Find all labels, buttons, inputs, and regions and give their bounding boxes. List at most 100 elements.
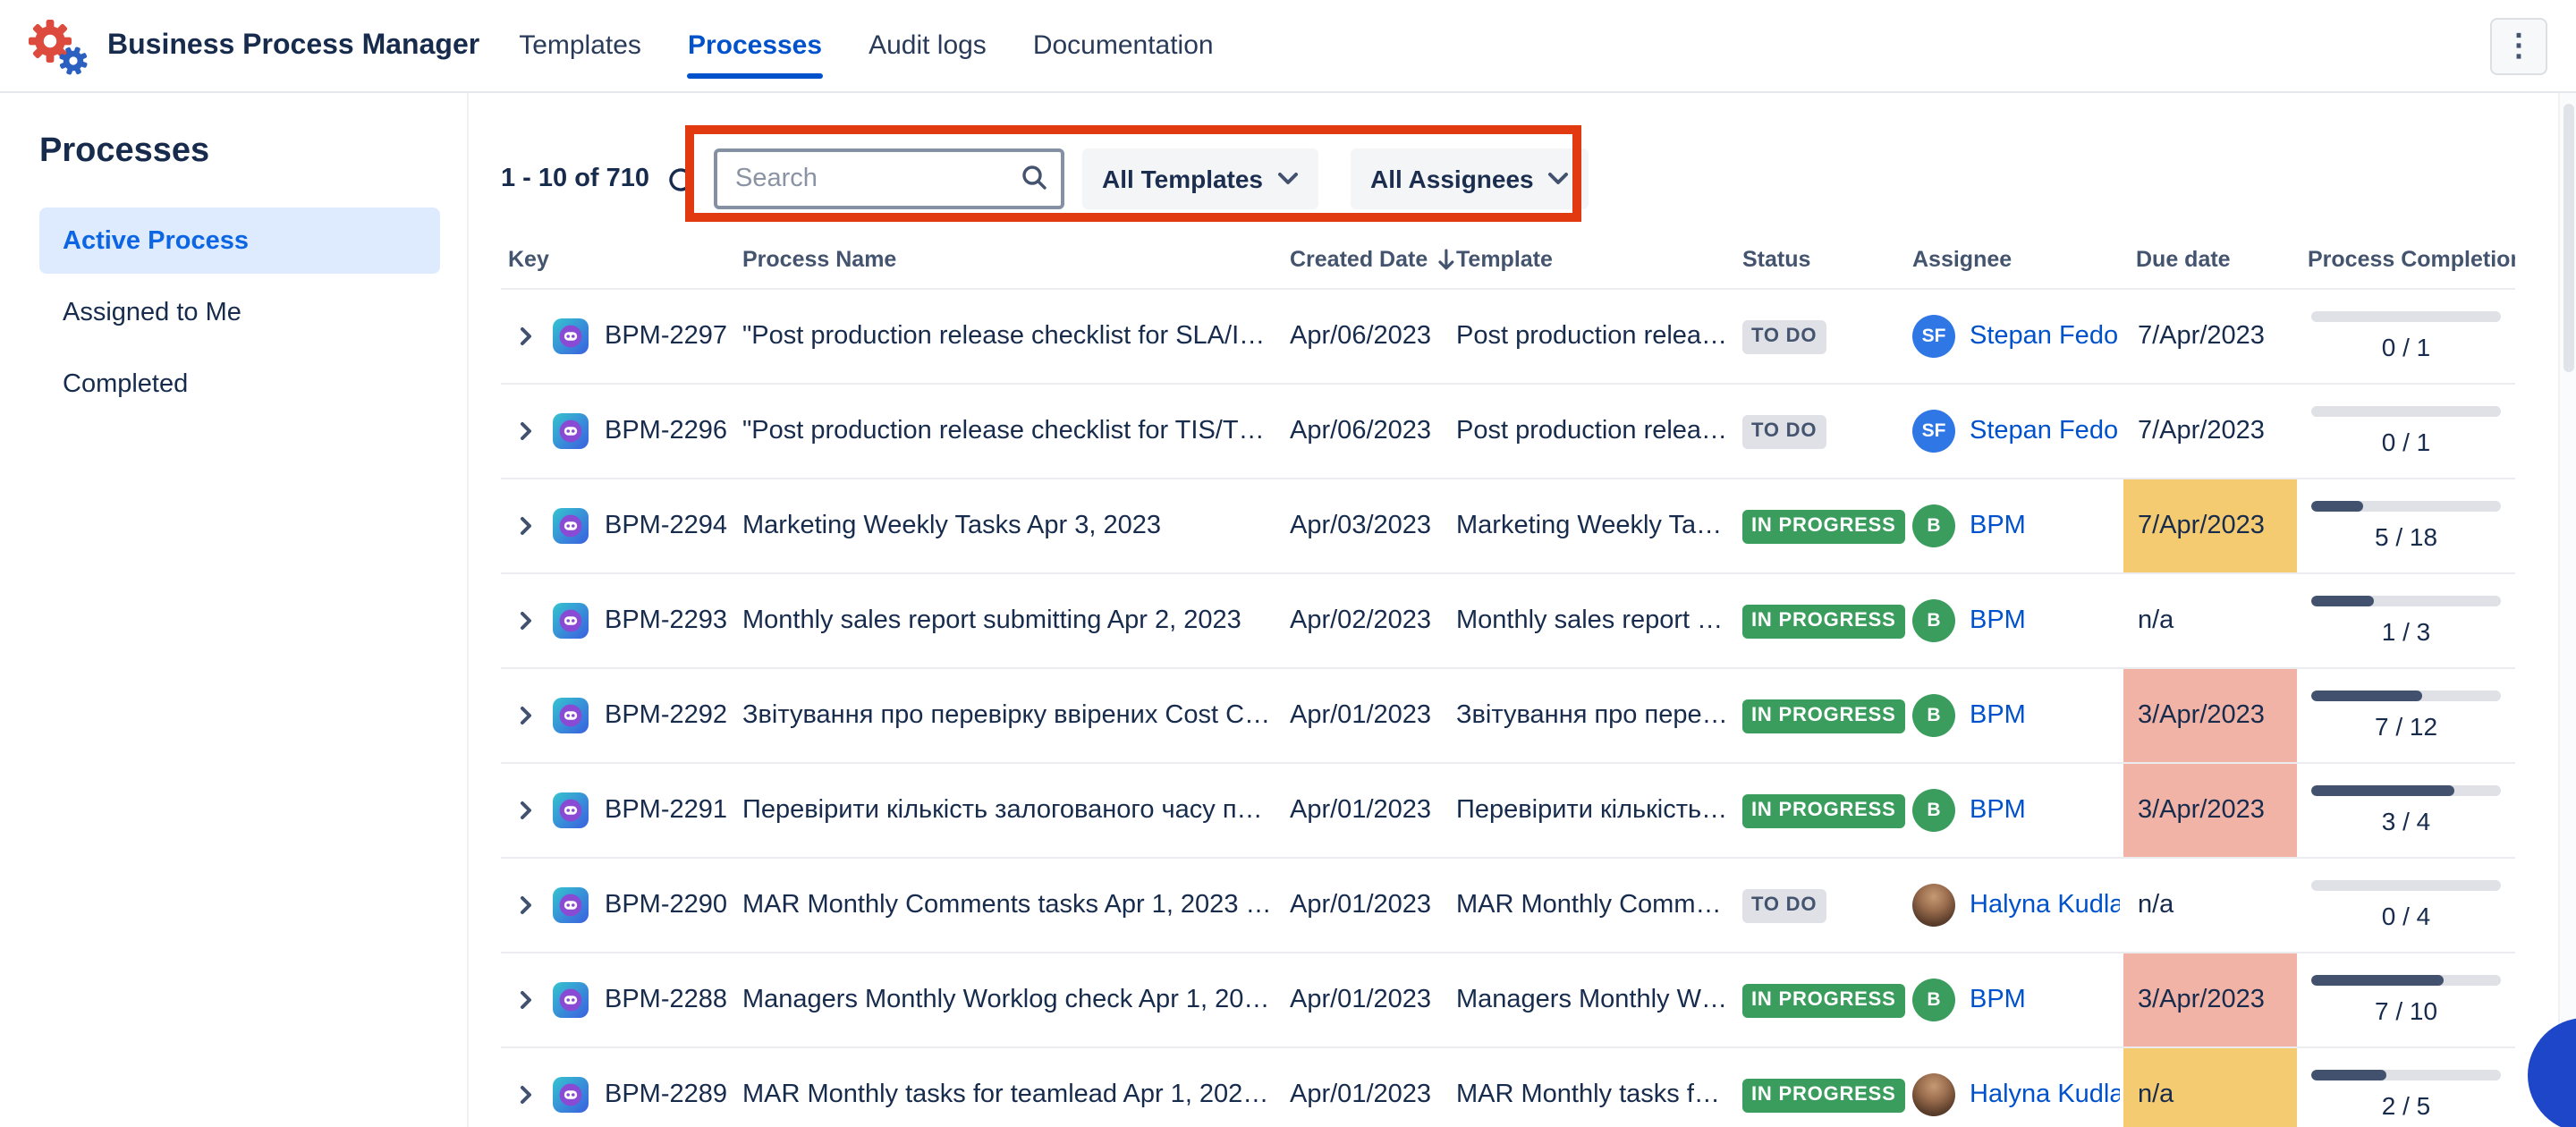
assignee-link[interactable]: Halyna Kudlai xyxy=(1970,891,2120,919)
expand-row-button[interactable] xyxy=(501,513,551,538)
chevron-right-icon xyxy=(513,987,538,1013)
due-date-cell: n/a xyxy=(2123,574,2297,667)
expand-row-button[interactable] xyxy=(501,324,551,349)
progress-bar-fill xyxy=(2311,1070,2387,1080)
progress-bar-fill xyxy=(2311,596,2375,606)
status-cell: IN PROGRESS xyxy=(1742,793,1912,827)
column-header-status[interactable]: Status xyxy=(1742,247,1912,272)
status-badge: TO DO xyxy=(1742,416,1826,448)
more-menu-button[interactable]: ⋮ xyxy=(2490,18,2547,75)
app-window: Business Process Manager Templates Proce… xyxy=(0,0,2576,1127)
status-cell: TO DO xyxy=(1742,319,1912,353)
process-icon xyxy=(551,696,605,735)
assignee-link[interactable]: BPM xyxy=(1970,512,2026,540)
process-icon xyxy=(551,980,605,1020)
sidebar-item-active-process[interactable]: Active Process xyxy=(39,208,440,274)
column-header-process-name[interactable]: Process Name xyxy=(742,247,1290,272)
assignee-link[interactable]: BPM xyxy=(1970,986,2026,1014)
sidebar-item-completed[interactable]: Completed xyxy=(39,351,440,417)
column-header-process-completion[interactable]: Process Completion xyxy=(2297,247,2515,272)
assignee-link[interactable]: Stepan Fedori xyxy=(1970,417,2120,445)
created-date-value: Apr/03/2023 xyxy=(1290,512,1456,540)
due-date-cell: 3/Apr/2023 xyxy=(2123,953,2297,1046)
progress-bar xyxy=(2311,501,2501,512)
due-date-cell: 3/Apr/2023 xyxy=(2123,764,2297,857)
due-date-value: n/a xyxy=(2138,891,2174,919)
assignee-cell: SF Stepan Fedori xyxy=(1912,410,2123,453)
nav-tab-processes[interactable]: Processes xyxy=(688,0,822,91)
progress-bar xyxy=(2311,975,2501,986)
primary-nav: Templates Processes Audit logs Documenta… xyxy=(519,0,1213,91)
completion-cell: 3 / 4 xyxy=(2297,764,2515,857)
due-date-cell: n/a xyxy=(2123,859,2297,952)
column-header-created-date[interactable]: Created Date xyxy=(1290,247,1456,272)
due-date-cell: 7/Apr/2023 xyxy=(2123,479,2297,572)
refresh-icon xyxy=(665,164,695,194)
progress-text: 0 / 1 xyxy=(2382,428,2431,456)
assignee-avatar: B xyxy=(1912,504,1955,547)
assignee-link[interactable]: BPM xyxy=(1970,606,2026,635)
templates-filter-dropdown[interactable]: All Templates xyxy=(1082,148,1318,209)
status-cell: IN PROGRESS xyxy=(1742,1078,1912,1112)
app-title: Business Process Manager xyxy=(107,30,479,62)
status-cell: IN PROGRESS xyxy=(1742,699,1912,733)
chevron-right-icon xyxy=(513,608,538,633)
column-header-key[interactable]: Key xyxy=(501,247,742,272)
expand-row-button[interactable] xyxy=(501,419,551,444)
assignees-filter-dropdown[interactable]: All Assignees xyxy=(1351,148,1589,209)
created-date-label: Created Date xyxy=(1290,247,1428,272)
process-key: BPM-2294 xyxy=(605,512,742,540)
expand-row-button[interactable] xyxy=(501,1082,551,1107)
process-table-body: BPM-2297 "Post production release checkl… xyxy=(501,290,2515,1127)
status-badge: IN PROGRESS xyxy=(1742,700,1905,733)
process-name: Перевірити кількість залогованого часу п… xyxy=(742,796,1290,825)
table-row: BPM-2292 Звітування про перевірку ввірен… xyxy=(501,669,2515,764)
table-row: BPM-2296 "Post production release checkl… xyxy=(501,385,2515,479)
column-header-due-date[interactable]: Due date xyxy=(2123,247,2297,272)
refresh-button[interactable] xyxy=(662,161,698,197)
nav-tab-templates[interactable]: Templates xyxy=(519,0,641,91)
assignee-link[interactable]: Stepan Fedori xyxy=(1970,322,2120,351)
help-fab-button[interactable] xyxy=(2528,1018,2576,1127)
template-name: Звітування про пере… xyxy=(1456,701,1742,730)
due-date-cell: 7/Apr/2023 xyxy=(2123,290,2297,383)
assignee-link[interactable]: Halyna Kudlai xyxy=(1970,1080,2120,1109)
assignee-avatar: B xyxy=(1912,694,1955,737)
expand-row-button[interactable] xyxy=(501,608,551,633)
expand-row-button[interactable] xyxy=(501,893,551,918)
column-header-assignee[interactable]: Assignee xyxy=(1912,247,2123,272)
completion-cell: 2 / 5 xyxy=(2297,1048,2515,1127)
created-date-value: Apr/02/2023 xyxy=(1290,606,1456,635)
status-badge: TO DO xyxy=(1742,890,1826,922)
nav-tab-documentation[interactable]: Documentation xyxy=(1033,0,1214,91)
due-date-cell: n/a xyxy=(2123,1048,2297,1127)
column-header-template[interactable]: Template xyxy=(1456,247,1742,272)
expand-row-button[interactable] xyxy=(501,703,551,728)
assignee-avatar: B xyxy=(1912,599,1955,642)
assignee-cell: B BPM xyxy=(1912,694,2123,737)
toolbar: 1 - 10 of 710 All Templates xyxy=(501,147,2515,211)
sidebar-item-assigned-to-me[interactable]: Assigned to Me xyxy=(39,279,440,345)
assignee-link[interactable]: BPM xyxy=(1970,701,2026,730)
progress-bar-fill xyxy=(2311,501,2364,512)
process-key: BPM-2288 xyxy=(605,986,742,1014)
due-date-value: 7/Apr/2023 xyxy=(2138,512,2265,540)
assignee-avatar: B xyxy=(1912,789,1955,832)
expand-row-button[interactable] xyxy=(501,987,551,1013)
due-date-value: 7/Apr/2023 xyxy=(2138,322,2265,351)
scrollbar-track[interactable] xyxy=(2558,93,2576,1127)
due-date-value: 3/Apr/2023 xyxy=(2138,796,2265,825)
assignee-link[interactable]: BPM xyxy=(1970,796,2026,825)
status-cell: IN PROGRESS xyxy=(1742,983,1912,1017)
nav-tab-audit-logs[interactable]: Audit logs xyxy=(869,0,987,91)
assignee-avatar: B xyxy=(1912,979,1955,1021)
expand-row-button[interactable] xyxy=(501,798,551,823)
process-icon xyxy=(551,886,605,925)
table-row: BPM-2293 Monthly sales report submitting… xyxy=(501,574,2515,669)
search-input[interactable] xyxy=(714,148,1064,209)
progress-text: 2 / 5 xyxy=(2382,1091,2431,1120)
process-icon xyxy=(551,601,605,640)
status-badge: IN PROGRESS xyxy=(1742,606,1905,638)
scrollbar-thumb[interactable] xyxy=(2563,104,2574,372)
process-icon xyxy=(551,1075,605,1114)
